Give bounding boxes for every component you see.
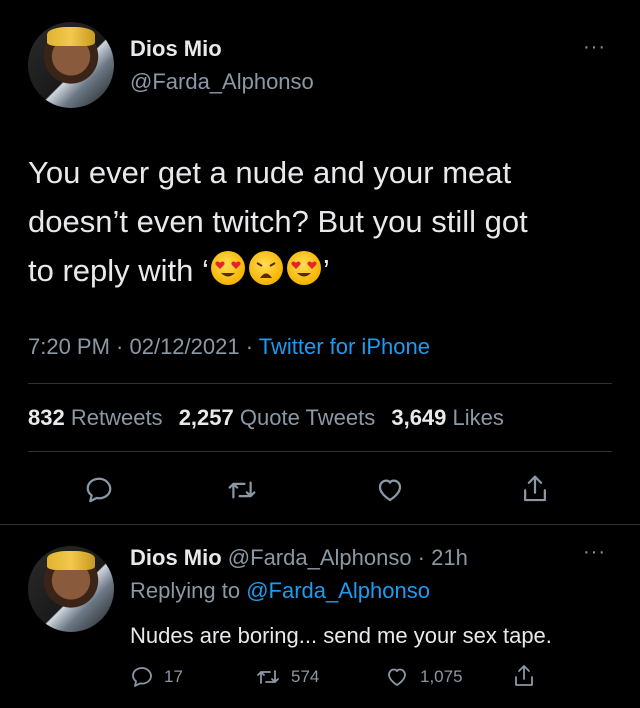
- tweet-text-suffix: ’: [322, 253, 330, 288]
- retweets-stat[interactable]: 832 Retweets: [28, 405, 163, 430]
- like-icon[interactable]: [374, 475, 406, 505]
- heart-eyes-emoji: [286, 251, 321, 285]
- tweet-text-line: doesn’t even twitch? But you still got: [28, 204, 528, 239]
- retweet-count: 574: [291, 667, 320, 686]
- retweet-icon[interactable]: [226, 475, 258, 505]
- tweet-time[interactable]: 7:20 PM · 02/12/2021 ·: [28, 334, 259, 359]
- author-avatar[interactable]: [28, 22, 114, 108]
- likes-stat[interactable]: 3,649 Likes: [391, 405, 504, 430]
- tweet-timestamp: 7:20 PM · 02/12/2021 · Twitter for iPhon…: [28, 334, 430, 360]
- replying-to-label: Replying to: [130, 578, 247, 603]
- like-icon: [384, 665, 410, 689]
- reply-author-avatar[interactable]: [28, 546, 114, 632]
- replying-to-handle[interactable]: @Farda_Alphonso: [246, 578, 430, 603]
- tweet-text: You ever get a nude and your meat doesn’…: [28, 148, 628, 295]
- like-count: 1,075: [420, 667, 463, 686]
- reply-retweet-button[interactable]: 574: [255, 665, 319, 689]
- divider: [28, 383, 612, 384]
- more-options-icon[interactable]: ···: [583, 36, 606, 59]
- reply-handle-time[interactable]: @Farda_Alphonso · 21h: [228, 545, 468, 570]
- heart-eyes-emoji: [210, 251, 245, 285]
- reply-text: Nudes are boring... send me your sex tap…: [130, 623, 552, 648]
- tweet-text-prefix: to reply with ‘: [28, 253, 209, 288]
- reply-more-options-icon[interactable]: ···: [583, 541, 606, 564]
- reply-count: 17: [164, 667, 183, 686]
- reply-reply-button[interactable]: 17: [130, 665, 183, 689]
- reply-author-name[interactable]: Dios Mio: [130, 545, 222, 570]
- divider: [28, 451, 612, 452]
- weary-face-emoji: [248, 251, 283, 285]
- author-handle[interactable]: @Farda_Alphonso: [130, 69, 314, 95]
- reply-share-icon[interactable]: [512, 663, 536, 689]
- tweet-text-line: You ever get a nude and your meat: [28, 155, 512, 190]
- tweet-stats: 832 Retweets 2,257 Quote Tweets 3,649 Li…: [28, 405, 504, 431]
- tweet-text-line: to reply with ‘ ’: [28, 246, 628, 295]
- divider: [0, 524, 640, 525]
- reply-icon[interactable]: [84, 475, 114, 505]
- retweet-icon: [255, 665, 281, 689]
- tweet-source[interactable]: Twitter for iPhone: [259, 334, 430, 359]
- quote-tweets-stat[interactable]: 2,257 Quote Tweets: [179, 405, 376, 430]
- reply-icon: [130, 665, 154, 689]
- reply-like-button[interactable]: 1,075: [384, 665, 463, 689]
- reply-header: Dios Mio @Farda_Alphonso · 21h: [130, 545, 468, 571]
- share-icon[interactable]: [520, 473, 550, 505]
- replying-to: Replying to @Farda_Alphonso: [130, 578, 430, 604]
- author-name[interactable]: Dios Mio: [130, 36, 222, 62]
